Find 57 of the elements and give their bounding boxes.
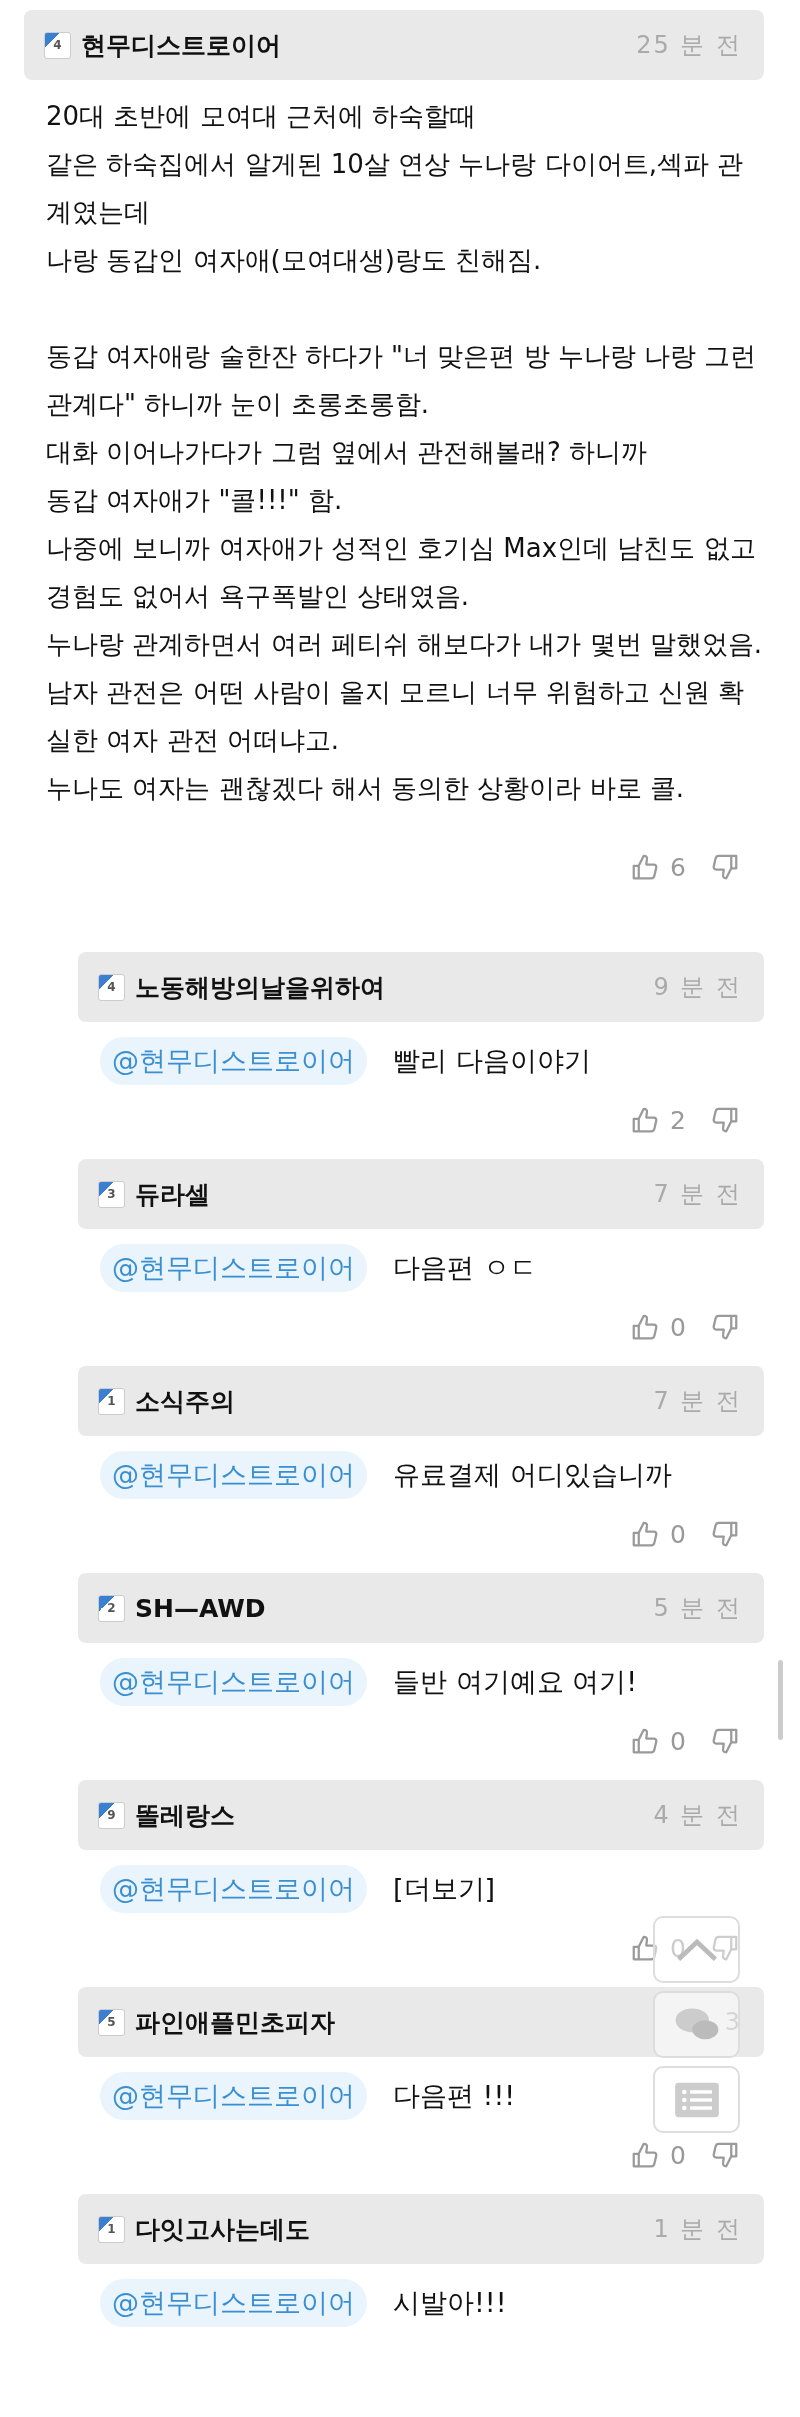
reply-text: 유료결제 어디있습니까	[393, 1458, 672, 1492]
comment-text: 같은 하숙집에서 알게된 10살 연상 누나랑 다이어트,섹파 관계였는데	[46, 148, 745, 229]
timestamp: 5 분 전	[653, 1593, 742, 1624]
author-name[interactable]: 현무디스트로이어	[81, 28, 281, 62]
author-name[interactable]: 똘레랑스	[135, 1798, 235, 1832]
like-count: 0	[670, 1312, 686, 1342]
thumbs-down-icon[interactable]	[710, 1726, 740, 1756]
scroll-top-button[interactable]	[653, 1916, 740, 1983]
comments-button[interactable]	[653, 1991, 740, 2058]
level-badge: 1	[98, 2215, 125, 2243]
comment-text: 누나도 여자는 괜찮겠다 해서 동의한 상황이라 바로 콜.	[46, 772, 686, 805]
reply-text: 빨리 다음이야기	[393, 1044, 591, 1078]
like-count: 0	[670, 1726, 686, 1756]
like-count: 0	[670, 2140, 686, 2170]
level-badge: 9	[98, 1801, 125, 1829]
reply-text: 다음편 !!!	[393, 2079, 516, 2113]
comment-text: 동갑 여자애가 "콜!!!" 함.	[46, 484, 344, 517]
like-count: 0	[670, 1519, 686, 1549]
timestamp: 25 분 전	[636, 30, 742, 61]
comment-text: 나랑 동갑인 여자애(모여대생)랑도 친해짐.	[46, 244, 543, 277]
like-count: 6	[670, 852, 686, 882]
author-name[interactable]: 노동해방의날을위하여	[135, 970, 385, 1004]
comment-text: 대화 이어나가다가 그럼 옆에서 관전해볼래? 하니까	[46, 436, 649, 469]
thumbs-down-icon[interactable]	[710, 2140, 740, 2170]
reply-text: [더보기]	[393, 1872, 496, 1906]
list-icon	[673, 2080, 720, 2119]
timestamp: 7 분 전	[653, 1386, 742, 1417]
author-name[interactable]: 소식주의	[135, 1384, 235, 1418]
comment-text: 나중에 보니까 여자애가 성적인 호기심 Max인데 남친도 없고 경험도 없어서 욕구폭발인 상태였음.	[46, 532, 757, 613]
level-badge: 4	[98, 973, 125, 1001]
timestamp: 9 분 전	[653, 972, 742, 1003]
timestamp: 7 분 전	[653, 1179, 742, 1210]
level-badge: 3	[98, 1180, 125, 1208]
author-name[interactable]: SH—AWD	[135, 1593, 266, 1623]
thumbs-down-icon[interactable]	[710, 852, 740, 882]
author-name[interactable]: 듀라셀	[135, 1177, 210, 1211]
level-badge: 4	[44, 31, 71, 59]
comment-text: 20대 초반에 모여대 근처에 하숙할때	[46, 100, 478, 133]
scrollbar[interactable]	[778, 1660, 783, 1740]
thumbs-down-icon[interactable]	[710, 1312, 740, 1342]
timestamp: 1 분 전	[653, 2214, 742, 2245]
reply-text: 다음편 ㅇㄷ	[393, 1251, 537, 1285]
timestamp: 4 분 전	[653, 1800, 742, 1831]
reply-text: 들반 여기예요 여기!	[393, 1665, 637, 1699]
level-badge: 5	[98, 2008, 125, 2036]
comment-text: 누나랑 관계하면서 여러 페티쉬 해보다가 내가 몇번 말했었음. 남자 관전은 어떤 사람이 올지 모르니 너무 위험하고 신원 확실한 여자 관전 어떠냐고.	[46, 628, 764, 757]
author-name[interactable]: 다잇고사는데도	[135, 2212, 310, 2246]
thumbs-down-icon[interactable]	[710, 1105, 740, 1135]
thumbs-down-icon[interactable]	[710, 1519, 740, 1549]
like-count: 2	[670, 1105, 686, 1135]
comment-text: 동갑 여자애랑 술한잔 하다가 "너 맞은편 방 누나랑 나랑 그런 관계다" 하니까 눈이 초롱초롱함.	[46, 340, 758, 421]
thumbs-down-icon[interactable]	[710, 1933, 740, 1963]
list-button[interactable]	[653, 2066, 740, 2133]
level-badge: 1	[98, 1387, 125, 1415]
author-name[interactable]: 파인애플민초피자	[135, 2005, 335, 2039]
reply-text: 시발아!!!	[393, 2286, 507, 2320]
level-badge: 2	[98, 1594, 125, 1622]
